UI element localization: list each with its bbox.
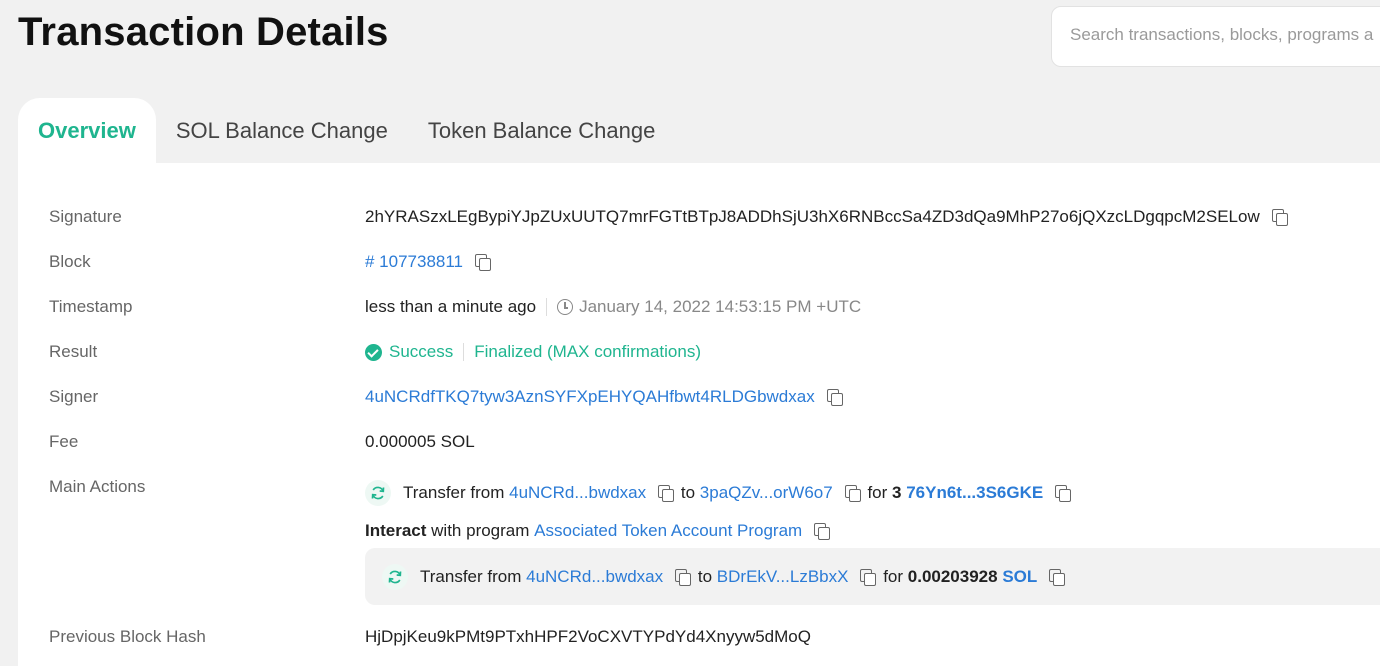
signer-link[interactable]: 4uNCRdfTKQ7tyw3AznSYFXpEHYQAHfbwt4RLDGbw… bbox=[365, 387, 815, 407]
tab-token-balance-change[interactable]: Token Balance Change bbox=[408, 98, 676, 163]
signature-label: Signature bbox=[49, 207, 122, 226]
to-address-link[interactable]: 3paQZv...orW6o7 bbox=[700, 483, 833, 503]
clock-icon bbox=[557, 299, 574, 315]
divider bbox=[546, 298, 548, 316]
block-link[interactable]: # 107738811 bbox=[365, 252, 463, 272]
fee-value: 0.000005 SOL bbox=[365, 432, 475, 451]
interact-label: Interact bbox=[365, 521, 427, 540]
page-title: Transaction Details bbox=[18, 10, 389, 54]
transfer-prefix: Transfer from bbox=[403, 483, 505, 502]
token-link[interactable]: 76Yn6t...3S6GKE bbox=[906, 483, 1043, 503]
copy-icon[interactable] bbox=[843, 483, 863, 503]
search-box[interactable] bbox=[1051, 6, 1380, 67]
copy-icon[interactable] bbox=[673, 567, 693, 587]
refresh-icon bbox=[382, 564, 408, 590]
divider bbox=[463, 343, 465, 361]
result-row: Success Finalized (MAX confirmations) bbox=[365, 342, 701, 362]
copy-icon[interactable] bbox=[1047, 567, 1067, 587]
copy-icon[interactable] bbox=[1053, 483, 1073, 503]
for-word: for bbox=[883, 567, 904, 586]
signature-value: 2hYRASzxLEgBypiYJpZUxUUTQ7mrFGTtBTpJ8ADD… bbox=[365, 207, 1260, 226]
to-word: to bbox=[680, 483, 696, 502]
overview-card: Signature 2hYRASzxLEgBypiYJpZUxUUTQ7mrFG… bbox=[18, 163, 1380, 666]
copy-icon[interactable] bbox=[1270, 207, 1290, 227]
tab-bar: Overview SOL Balance Change Token Balanc… bbox=[18, 98, 675, 163]
copy-icon[interactable] bbox=[825, 387, 845, 407]
transfer-amount: 3 bbox=[892, 483, 902, 502]
copy-icon[interactable] bbox=[858, 567, 878, 587]
refresh-icon bbox=[365, 480, 391, 506]
timestamp-relative: less than a minute ago bbox=[365, 297, 537, 316]
finality-status: Finalized (MAX confirmations) bbox=[474, 342, 701, 361]
timestamp-absolute: January 14, 2022 14:53:15 PM +UTC bbox=[579, 297, 862, 316]
check-circle-icon bbox=[365, 343, 382, 361]
block-label: Block bbox=[49, 252, 91, 271]
copy-icon[interactable] bbox=[656, 483, 676, 503]
tab-overview[interactable]: Overview bbox=[18, 98, 156, 163]
timestamp-row: less than a minute ago January 14, 2022 … bbox=[365, 297, 861, 317]
to-word: to bbox=[697, 567, 713, 586]
token-link[interactable]: SOL bbox=[1002, 567, 1037, 587]
program-link[interactable]: Associated Token Account Program bbox=[534, 521, 802, 541]
action-transfer-1: Transfer from 4uNCRd...bwdxax to 3paQZv.… bbox=[365, 480, 1073, 506]
result-status: Success bbox=[389, 342, 454, 361]
signature-row: 2hYRASzxLEgBypiYJpZUxUUTQ7mrFGTtBTpJ8ADD… bbox=[365, 207, 1290, 227]
for-word: for bbox=[867, 483, 888, 502]
transfer-amount: 0.00203928 bbox=[907, 567, 998, 586]
previous-block-hash-label: Previous Block Hash bbox=[49, 627, 206, 646]
copy-icon[interactable] bbox=[812, 521, 832, 541]
result-label: Result bbox=[49, 342, 98, 361]
copy-icon[interactable] bbox=[473, 252, 493, 272]
block-row: # 107738811 bbox=[365, 252, 493, 272]
from-address-link[interactable]: 4uNCRd...bwdxax bbox=[526, 567, 663, 587]
signer-label: Signer bbox=[49, 387, 99, 406]
transfer-prefix: Transfer from bbox=[420, 567, 522, 586]
to-address-link[interactable]: BDrEkV...LzBbxX bbox=[717, 567, 849, 587]
from-address-link[interactable]: 4uNCRd...bwdxax bbox=[509, 483, 646, 503]
action-transfer-2: Transfer from 4uNCRd...bwdxax to BDrEkV.… bbox=[382, 564, 1067, 590]
previous-block-hash-value: HjDpjKeu9kPMt9PTxhHPF2VoCXVTYPdYd4Xnyyw5… bbox=[365, 627, 811, 646]
action-interact: Interact with program Associated Token A… bbox=[365, 521, 832, 541]
interact-middle: with program bbox=[431, 521, 530, 540]
fee-label: Fee bbox=[49, 432, 79, 451]
main-actions-label: Main Actions bbox=[49, 477, 146, 496]
signer-row: 4uNCRdfTKQ7tyw3AznSYFXpEHYQAHfbwt4RLDGbw… bbox=[365, 387, 845, 407]
timestamp-label: Timestamp bbox=[49, 297, 133, 316]
search-input[interactable] bbox=[1070, 25, 1380, 45]
tab-sol-balance-change[interactable]: SOL Balance Change bbox=[156, 98, 408, 163]
